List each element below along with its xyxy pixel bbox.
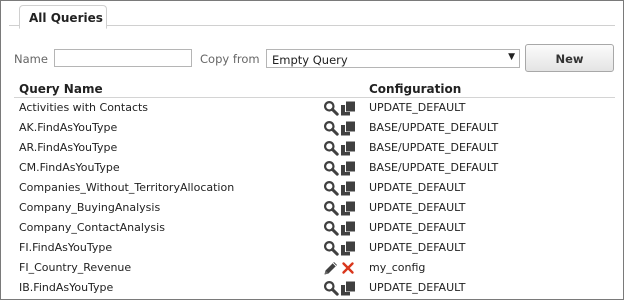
table-row[interactable]: Activities with Contacts UPDATE_DEFAULT (1, 98, 623, 118)
row-actions (323, 220, 359, 236)
search-icon[interactable] (323, 220, 339, 236)
copy-icon[interactable] (340, 140, 356, 156)
row-actions (323, 280, 359, 296)
row-actions (323, 100, 359, 116)
configuration-cell: BASE/UPDATE_DEFAULT (369, 141, 499, 154)
search-icon[interactable] (323, 120, 339, 136)
table-row[interactable]: Company_BuyingAnalysis UPDATE_DEFAULT (1, 198, 623, 218)
search-icon[interactable] (323, 160, 339, 176)
query-name-cell[interactable]: Activities with Contacts (19, 101, 148, 114)
query-name-cell[interactable]: Company_BuyingAnalysis (19, 201, 160, 214)
copy-icon[interactable] (340, 240, 356, 256)
table-row[interactable]: FI_Country_Revenue my_config (1, 258, 623, 278)
table-row[interactable]: Companies_Without_TerritoryAllocation UPD… (1, 178, 623, 198)
table-row[interactable]: IB.FindAsYouType UPDATE_DEFAULT (1, 278, 623, 298)
configuration-cell: UPDATE_DEFAULT (369, 181, 466, 194)
configuration-cell: my_config (369, 261, 426, 274)
copy-icon[interactable] (340, 120, 356, 136)
copy-icon[interactable] (340, 100, 356, 116)
query-name-cell[interactable]: AK.FindAsYouType (19, 121, 117, 134)
search-icon[interactable] (323, 140, 339, 156)
search-icon[interactable] (323, 180, 339, 196)
tab-all-queries[interactable]: All Queries (19, 5, 107, 29)
copy-icon[interactable] (340, 220, 356, 236)
configuration-cell: BASE/UPDATE_DEFAULT (369, 161, 499, 174)
new-button[interactable]: New (525, 44, 614, 72)
configuration-cell: BASE/UPDATE_DEFAULT (369, 121, 499, 134)
all-queries-panel: All Queries Name Copy from Empty Query ▼… (0, 0, 624, 300)
configuration-cell: UPDATE_DEFAULT (369, 201, 466, 214)
query-name-cell[interactable]: AR.FindAsYouType (19, 141, 117, 154)
dropdown-arrow-icon: ▼ (508, 52, 515, 62)
search-icon[interactable] (323, 100, 339, 116)
row-actions (323, 260, 359, 276)
delete-icon[interactable] (340, 260, 356, 276)
row-actions (323, 160, 359, 176)
edit-icon[interactable] (323, 260, 339, 276)
query-name-cell[interactable]: FI_Country_Revenue (19, 261, 131, 274)
search-icon[interactable] (323, 240, 339, 256)
table-row[interactable]: FI.FindAsYouType UPDATE_DEFAULT (1, 238, 623, 258)
search-icon[interactable] (323, 280, 339, 296)
name-input[interactable] (54, 49, 192, 67)
copy-icon[interactable] (340, 280, 356, 296)
configuration-cell: UPDATE_DEFAULT (369, 221, 466, 234)
row-actions (323, 140, 359, 156)
copy-icon[interactable] (340, 160, 356, 176)
copy-icon[interactable] (340, 180, 356, 196)
copy-from-selected-value: Empty Query (272, 53, 348, 67)
search-icon[interactable] (323, 200, 339, 216)
query-name-cell[interactable]: Company_ContactAnalysis (19, 221, 165, 234)
query-name-cell[interactable]: Companies_Without_TerritoryAllocation (19, 181, 234, 194)
column-header-configuration: Configuration (369, 82, 462, 96)
copy-icon[interactable] (340, 200, 356, 216)
table-row[interactable]: AR.FindAsYouType BASE/UPDATE_DEFAULT (1, 138, 623, 158)
configuration-cell: UPDATE_DEFAULT (369, 241, 466, 254)
row-actions (323, 120, 359, 136)
new-query-form: Name Copy from Empty Query ▼ New (1, 44, 623, 72)
query-list: Activities with Contacts UPDATE_DEFAULT AK… (1, 98, 623, 298)
copy-from-select[interactable]: Empty Query ▼ (266, 49, 520, 68)
row-actions (323, 200, 359, 216)
table-row[interactable]: CM.FindAsYouType BASE/UPDATE_DEFAULT (1, 158, 623, 178)
query-name-cell[interactable]: FI.FindAsYouType (19, 241, 112, 254)
row-actions (323, 180, 359, 196)
copy-from-label: Copy from (200, 52, 260, 66)
name-label: Name (14, 52, 48, 66)
query-name-cell[interactable]: IB.FindAsYouType (19, 281, 113, 294)
query-name-cell[interactable]: CM.FindAsYouType (19, 161, 120, 174)
configuration-cell: UPDATE_DEFAULT (369, 281, 466, 294)
table-row[interactable]: AK.FindAsYouType BASE/UPDATE_DEFAULT (1, 118, 623, 138)
column-header-query-name: Query Name (19, 82, 103, 96)
table-row[interactable]: Company_ContactAnalysis UPDATE_DEFAULT (1, 218, 623, 238)
configuration-cell: UPDATE_DEFAULT (369, 101, 466, 114)
row-actions (323, 240, 359, 256)
